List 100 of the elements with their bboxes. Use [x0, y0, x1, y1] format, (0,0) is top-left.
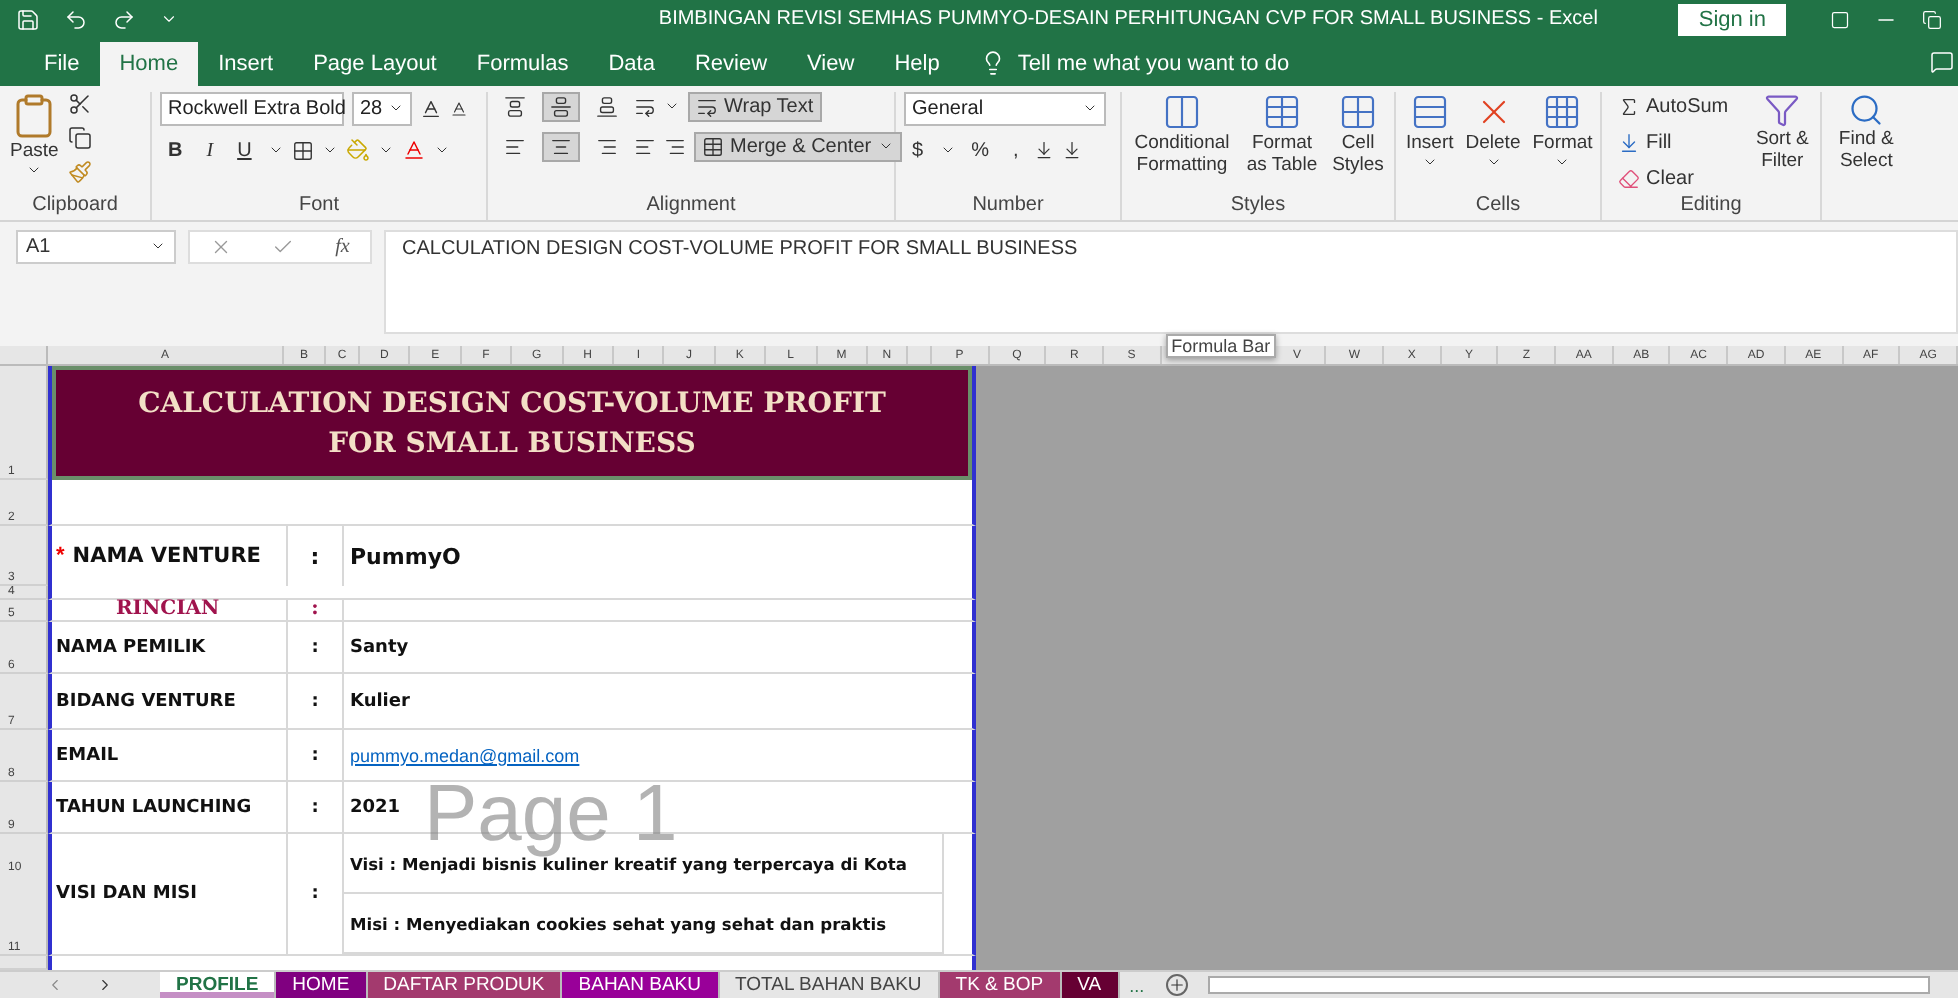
- colon: :: [311, 745, 319, 766]
- save-icon[interactable]: [16, 7, 40, 32]
- group-label: Alignment: [644, 193, 738, 220]
- more-tabs[interactable]: ...: [1119, 975, 1155, 996]
- insert-function-button[interactable]: fx: [335, 235, 350, 258]
- cells-button[interactable]: Format: [1530, 91, 1595, 170]
- comma-button[interactable]: ,: [1004, 135, 1027, 166]
- colon: :: [311, 797, 319, 818]
- sheet-tab[interactable]: VA: [1061, 972, 1120, 998]
- ribbon-tab[interactable]: Page Layout: [293, 41, 457, 86]
- merge-center-button[interactable]: Merge & Center: [694, 131, 902, 162]
- styles-button[interactable]: Cell Styles: [1330, 91, 1386, 176]
- align-icon: [550, 135, 572, 158]
- align-icon: [550, 95, 572, 118]
- currency-button[interactable]: $: [904, 135, 932, 166]
- grid-icon: [1338, 91, 1378, 132]
- email-link[interactable]: pummyo.medan@gmail.com: [350, 745, 580, 766]
- field-value: Misi : Menyediakan cookies sehat yang sehat dan praktis: [350, 913, 887, 934]
- field-value: PummyO: [350, 543, 461, 570]
- ribbon-tab[interactable]: File: [24, 41, 100, 86]
- group-label: Styles: [1228, 193, 1288, 220]
- undo-icon[interactable]: [64, 7, 88, 32]
- horizontal-scrollbar[interactable]: [1208, 976, 1930, 995]
- cells-button[interactable]: Insert: [1404, 91, 1456, 170]
- ribbon-tab[interactable]: Formulas: [456, 41, 589, 86]
- enter-icon[interactable]: [272, 235, 295, 258]
- group-label: Editing: [1678, 193, 1744, 220]
- window-title: BIMBINGAN REVISI SEMHAS PUMMYO-DESAIN PERHITUNGAN CVP FOR SMALL BUSINESS - Excel: [656, 8, 1600, 31]
- field-label: TAHUN LAUNCHING: [56, 797, 252, 818]
- sheet-title: CALCULATION DESIGN COST-VOLUME PROFIT FOR SMALL BUSINESS: [136, 385, 888, 464]
- copy-icon[interactable]: [68, 125, 93, 150]
- ribbon-tab[interactable]: Data: [588, 41, 675, 86]
- borders-icon[interactable]: [291, 139, 314, 162]
- sheet-tab[interactable]: BAHAN BAKU: [562, 972, 720, 998]
- colon: :: [311, 691, 319, 712]
- sheet-tab[interactable]: PROFILE: [160, 972, 277, 998]
- table-icon: [1262, 91, 1302, 132]
- align-button[interactable]: [542, 91, 580, 122]
- tell-me-field[interactable]: Tell me what you want to do: [1017, 51, 1290, 76]
- fill-color-icon[interactable]: [345, 138, 370, 163]
- cells-button[interactable]: Delete: [1463, 91, 1523, 170]
- clear-button[interactable]: Clear: [1610, 163, 1737, 194]
- ribbon-tab[interactable]: Help: [874, 41, 960, 86]
- field-value: Visi : Menjadi bisnis kuliner kreatif yang terpercaya di Kota: [350, 853, 907, 874]
- field-value: Kulier: [350, 691, 410, 712]
- shrink-font-icon[interactable]: [450, 99, 468, 118]
- sign-in-button[interactable]: Sign in: [1678, 3, 1786, 36]
- fill-down-icon: [1618, 131, 1640, 154]
- add-sheet-icon[interactable]: [1166, 974, 1189, 997]
- paste-button[interactable]: Paste: [8, 91, 61, 178]
- colon: :: [311, 600, 319, 621]
- comment-icon[interactable]: [1930, 49, 1954, 74]
- autosum-button[interactable]: AutoSum: [1610, 91, 1737, 122]
- sheet-tab[interactable]: DAFTAR PRODUK: [367, 972, 563, 998]
- name-box[interactable]: A1: [16, 229, 176, 264]
- number-format-field[interactable]: General: [904, 91, 1106, 126]
- sheet-tab[interactable]: TK & BOP: [939, 972, 1062, 998]
- columns-icon: [1162, 91, 1202, 132]
- cut-icon[interactable]: [68, 91, 93, 116]
- wrap-text-button[interactable]: Wrap Text: [688, 91, 822, 122]
- ribbon-tab[interactable]: View: [787, 41, 875, 86]
- sheet-tab[interactable]: HOME: [276, 972, 368, 998]
- field-label: NAMA VENTURE: [72, 544, 261, 569]
- font-color-icon[interactable]: [401, 138, 426, 163]
- format-painter-icon[interactable]: [68, 159, 93, 184]
- font-size-field[interactable]: 28: [352, 91, 412, 126]
- bold-button[interactable]: B: [160, 135, 191, 166]
- restore-icon[interactable]: [1922, 9, 1942, 30]
- cancel-icon[interactable]: [210, 235, 233, 258]
- field-label: NAMA PEMILIK: [56, 637, 206, 658]
- sort-filter-button[interactable]: Sort & Filter: [1744, 91, 1821, 172]
- italic-button[interactable]: I: [198, 135, 222, 166]
- align-icon: [596, 95, 618, 118]
- ribbon-tab[interactable]: Insert: [198, 41, 294, 86]
- field-label: BIDANG VENTURE: [56, 691, 236, 712]
- find-select-button[interactable]: Find & Select: [1828, 91, 1905, 172]
- field-value: Santy: [350, 637, 409, 658]
- align-button[interactable]: [542, 131, 580, 162]
- eraser-icon: [1618, 167, 1640, 190]
- scroll-right-icon[interactable]: [96, 976, 114, 995]
- font-name-field[interactable]: Rockwell Extra Bold: [160, 91, 344, 126]
- formula-field[interactable]: CALCULATION DESIGN COST-VOLUME PROFIT FOR SMALL BUSINESS: [384, 229, 1958, 335]
- ribbon-tab[interactable]: Review: [674, 41, 788, 86]
- fill-button[interactable]: Fill: [1610, 127, 1737, 158]
- field-label: VISI DAN MISI: [56, 884, 198, 905]
- redo-icon[interactable]: [112, 7, 136, 32]
- group-label: Number: [970, 193, 1046, 220]
- filter-icon: [1764, 91, 1801, 128]
- styles-button[interactable]: Conditional Formatting: [1130, 91, 1234, 176]
- ribbon-tab[interactable]: Home: [99, 41, 199, 86]
- align-icon: [504, 95, 526, 118]
- wrap-icon: [696, 95, 718, 118]
- search-icon: [1848, 91, 1885, 128]
- field-label: EMAIL: [56, 745, 119, 766]
- underline-button[interactable]: U: [229, 135, 260, 166]
- align-icon: [596, 135, 618, 158]
- percent-button[interactable]: %: [963, 135, 997, 166]
- group-label: Font: [296, 193, 341, 220]
- styles-button[interactable]: Format as Table: [1242, 91, 1322, 176]
- grow-font-icon[interactable]: [420, 97, 442, 120]
